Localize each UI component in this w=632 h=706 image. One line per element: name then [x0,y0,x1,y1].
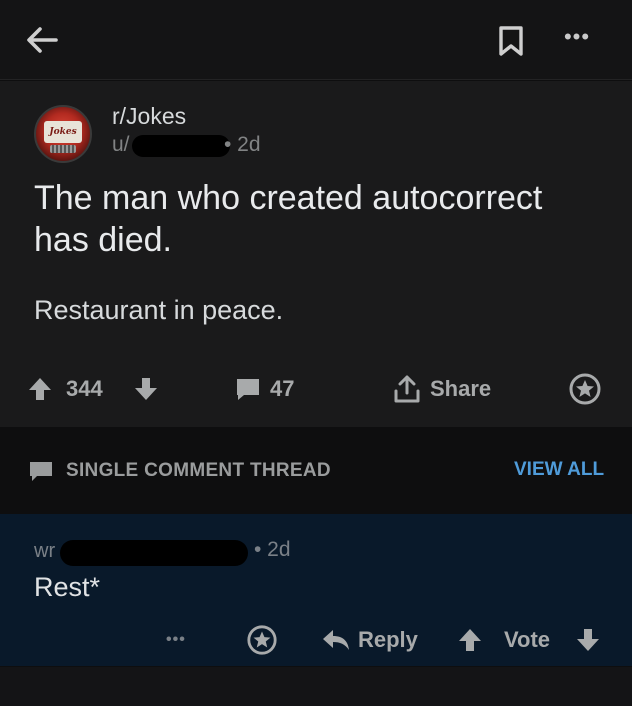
upvote-arrow-icon [29,378,51,400]
award-button[interactable] [568,369,602,409]
comment-actions: ••• Reply Vote [0,620,632,660]
comment-downvote-button[interactable] [574,620,602,660]
comment-author-prefix[interactable]: wr [34,540,55,563]
comment-bubble-icon [237,379,259,400]
reply-button[interactable]: Reply [320,620,418,660]
share-button[interactable]: Share [392,369,491,409]
comment-card: wr • 2d Rest* ••• Reply Vote [0,514,632,666]
comment-more-button[interactable]: ••• [166,620,186,660]
back-button[interactable] [22,20,62,60]
comment-count: 47 [270,376,295,401]
top-bar: ••• [0,0,632,80]
comment-body: Rest* [34,572,101,602]
share-label: Share [430,376,492,401]
reply-arrow-icon [323,630,349,650]
post-card: Jokes r/Jokes u/ • 2d The man who create… [0,81,632,427]
comment-age: • 2d [254,538,291,561]
subreddit-name[interactable]: r/Jokes [112,103,186,130]
comment-upvote-button[interactable] [456,620,484,660]
post-actions: 344 47 Share [0,369,632,409]
subreddit-avatar[interactable]: Jokes [34,105,92,163]
comment-award-button[interactable] [246,620,278,660]
downvote-arrow-icon [577,629,599,651]
bookmark-icon [499,26,523,56]
upvote-count: 344 [66,376,103,401]
reply-label: Reply [358,627,418,652]
avatar-grille [50,145,76,153]
post-age: • 2d [224,133,261,156]
post-body: Restaurant in peace. [34,295,284,325]
comments-button[interactable]: 47 [234,369,294,409]
bottom-area [0,667,632,706]
comment-bubble-icon [30,462,52,481]
award-icon [247,625,277,655]
thread-label: SINGLE COMMENT THREAD [66,460,331,481]
bookmark-button[interactable] [496,24,526,58]
upvote-arrow-icon [459,629,481,651]
downvote-arrow-icon [135,378,157,400]
avatar-logo-band: Jokes [44,121,82,143]
downvote-button[interactable] [132,369,160,409]
upvote-button[interactable] [26,369,54,409]
avatar-logo-text: Jokes [49,127,77,137]
arrow-left-icon [27,27,58,53]
vote-label: Vote [504,627,551,652]
post-title: The man who created autocorrect has died… [34,179,543,259]
redacted-comment-author [60,540,248,566]
redacted-username [132,135,230,157]
view-all-link[interactable]: VIEW ALL [514,459,604,481]
comment-thread-bar: SINGLE COMMENT THREAD VIEW ALL [0,428,632,512]
share-icon [394,375,420,403]
more-options-button[interactable]: ••• [554,24,600,54]
award-icon [569,373,601,405]
username-prefix[interactable]: u/ [112,133,130,157]
